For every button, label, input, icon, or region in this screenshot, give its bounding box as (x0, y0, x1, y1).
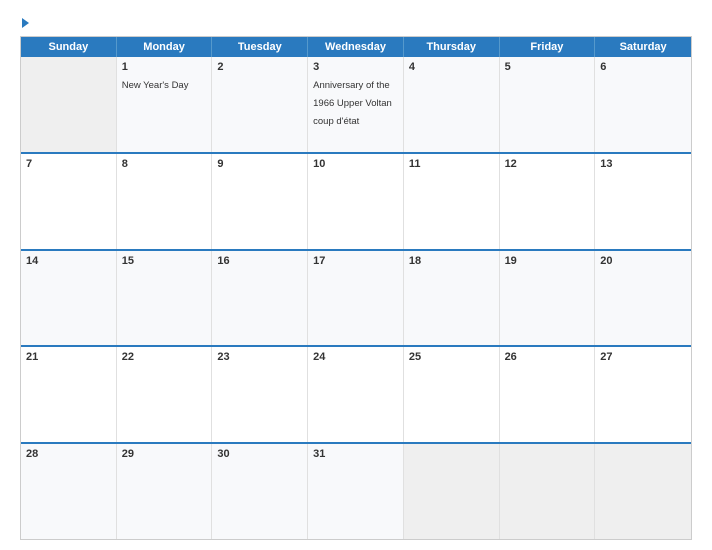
day-cell (404, 444, 500, 539)
day-number: 6 (600, 61, 686, 73)
day-number: 16 (217, 255, 302, 267)
day-number: 27 (600, 351, 686, 363)
day-cell: 14 (21, 251, 117, 346)
day-header-saturday: Saturday (595, 37, 691, 57)
day-cell: 25 (404, 347, 500, 442)
week-row-2: 789 10 11 12 13 (21, 152, 691, 249)
day-cell: 7 (21, 154, 117, 249)
day-number: 4 (409, 61, 494, 73)
day-number: 12 (505, 158, 590, 170)
week-row-5: 28 29 30 31 (21, 442, 691, 539)
day-number: 19 (505, 255, 590, 267)
day-cell: 31 (308, 444, 404, 539)
day-number: 30 (217, 448, 302, 460)
day-header-wednesday: Wednesday (308, 37, 404, 57)
day-number: 22 (122, 351, 207, 363)
day-cell (595, 444, 691, 539)
day-cell: 16 (212, 251, 308, 346)
day-number: 10 (313, 158, 398, 170)
day-number: 23 (217, 351, 302, 363)
day-header-friday: Friday (500, 37, 596, 57)
day-cell: 27 (595, 347, 691, 442)
day-number: 20 (600, 255, 686, 267)
calendar-page: SundayMondayTuesdayWednesdayThursdayFrid… (0, 0, 712, 550)
day-cell: 1 New Year's Day (117, 57, 213, 152)
day-cell: 22 (117, 347, 213, 442)
day-number: 15 (122, 255, 207, 267)
day-cell: 11 (404, 154, 500, 249)
day-number: 1 (122, 61, 207, 73)
day-header-thursday: Thursday (404, 37, 500, 57)
day-cell: 20 (595, 251, 691, 346)
day-cell: 18 (404, 251, 500, 346)
day-cell: 15 (117, 251, 213, 346)
day-cell: 4 (404, 57, 500, 152)
header (20, 18, 692, 28)
event-text: Anniversary of the 1966 Upper Voltan cou… (313, 80, 392, 127)
day-number: 29 (122, 448, 207, 460)
week-row-3: 14 15 16 17 18 19 20 (21, 249, 691, 346)
day-headers-row: SundayMondayTuesdayWednesdayThursdayFrid… (21, 37, 691, 57)
day-number: 31 (313, 448, 398, 460)
day-number: 9 (217, 158, 302, 170)
day-cell: 13 (595, 154, 691, 249)
logo-triangle-icon (22, 18, 29, 28)
calendar-grid: SundayMondayTuesdayWednesdayThursdayFrid… (20, 36, 692, 540)
day-number: 5 (505, 61, 590, 73)
day-number: 25 (409, 351, 494, 363)
day-cell: 28 (21, 444, 117, 539)
event-text: New Year's Day (122, 80, 189, 91)
day-number: 24 (313, 351, 398, 363)
day-cell: 30 (212, 444, 308, 539)
day-number: 2 (217, 61, 302, 73)
day-number: 11 (409, 158, 494, 170)
day-header-monday: Monday (117, 37, 213, 57)
day-cell: 23 (212, 347, 308, 442)
logo-blue-text (20, 18, 29, 28)
day-cell: 17 (308, 251, 404, 346)
day-cell: 19 (500, 251, 596, 346)
day-cell: 26 (500, 347, 596, 442)
day-cell: 10 (308, 154, 404, 249)
day-number: 8 (122, 158, 207, 170)
day-cell: 29 (117, 444, 213, 539)
day-cell (500, 444, 596, 539)
day-number: 7 (26, 158, 111, 170)
week-row-4: 21 22 23 24 25 26 27 (21, 345, 691, 442)
day-cell (21, 57, 117, 152)
day-cell: 9 (212, 154, 308, 249)
day-header-tuesday: Tuesday (212, 37, 308, 57)
day-number: 26 (505, 351, 590, 363)
day-number: 21 (26, 351, 111, 363)
logo (20, 18, 29, 28)
day-cell: 3 Anniversary of the 1966 Upper Voltan co… (308, 57, 404, 152)
day-header-sunday: Sunday (21, 37, 117, 57)
day-number: 14 (26, 255, 111, 267)
weeks-container: 1 New Year's Day 23 Anniversary of the 1966… (21, 57, 691, 539)
day-cell: 5 (500, 57, 596, 152)
day-number: 28 (26, 448, 111, 460)
day-cell: 12 (500, 154, 596, 249)
day-cell: 24 (308, 347, 404, 442)
week-row-1: 1 New Year's Day 23 Anniversary of the 1966… (21, 57, 691, 152)
day-number: 18 (409, 255, 494, 267)
day-cell: 6 (595, 57, 691, 152)
day-cell: 21 (21, 347, 117, 442)
day-cell: 8 (117, 154, 213, 249)
day-number: 3 (313, 61, 398, 73)
day-number: 17 (313, 255, 398, 267)
day-cell: 2 (212, 57, 308, 152)
day-number: 13 (600, 158, 686, 170)
